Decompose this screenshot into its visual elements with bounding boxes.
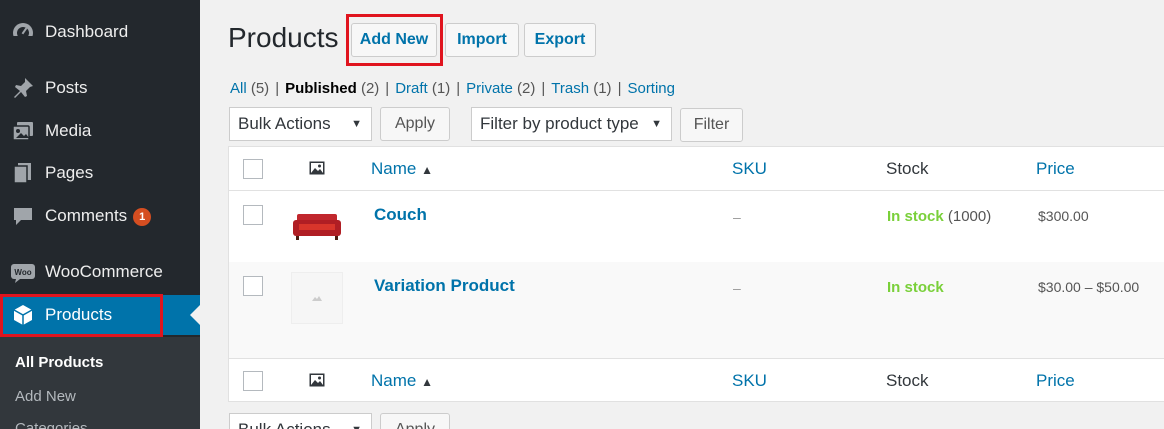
menu-label-dashboard: Dashboard [45, 22, 129, 41]
menu-label-pages: Pages [45, 163, 94, 182]
comment-icon [10, 203, 36, 229]
pages-icon [10, 160, 36, 186]
products-submenu: All Products Add New Categories [0, 337, 200, 429]
column-name-header[interactable]: Name ▲ [371, 159, 433, 179]
current-menu-arrow [190, 305, 200, 325]
separator: | [541, 80, 546, 97]
menu-label-media: Media [45, 121, 92, 140]
menu-item-products[interactable]: Products [0, 295, 200, 335]
row-checkbox[interactable] [243, 276, 263, 296]
stock-value: In stock [887, 279, 944, 296]
price-value: $30.00 – $50.00 [1038, 279, 1140, 295]
menu-item-media[interactable]: Media [0, 111, 200, 151]
menu-item-dashboard[interactable]: Dashboard [0, 12, 200, 52]
product-type-select[interactable]: Filter by product type ▼ [471, 107, 672, 141]
image-icon [309, 373, 325, 387]
menu-item-comments[interactable]: Comments 1 [0, 196, 200, 236]
menu-label-products: Products [45, 305, 113, 324]
product-thumbnail-couch[interactable] [291, 201, 343, 245]
sort-asc-icon: ▲ [421, 375, 433, 389]
page-title: Products [228, 22, 339, 53]
separator: | [385, 80, 390, 97]
sort-asc-icon: ▲ [421, 163, 433, 177]
submenu-all-products[interactable]: All Products [15, 354, 103, 371]
sku-value: – [733, 280, 741, 296]
bulk-actions-select-bottom[interactable]: Bulk Actions ▼ [229, 413, 372, 429]
stock-value: In stock (1000) [887, 208, 992, 225]
chevron-down-icon: ▼ [351, 118, 362, 130]
filter-published-link[interactable]: Published (2) [285, 80, 379, 97]
column-sku-footer[interactable]: SKU [732, 371, 767, 391]
submenu-categories[interactable]: Categories [15, 420, 88, 429]
select-all-checkbox[interactable] [243, 159, 263, 179]
menu-item-posts[interactable]: Posts [0, 68, 200, 108]
box-icon [10, 302, 36, 328]
menu-label-comments: Comments 1 [45, 206, 152, 226]
dashboard-icon [10, 19, 36, 45]
column-sku-header[interactable]: SKU [732, 159, 767, 179]
bulk-actions-value: Bulk Actions [238, 114, 331, 133]
product-name-link[interactable]: Couch [374, 205, 427, 225]
add-new-button[interactable]: Add New [351, 23, 437, 57]
submenu-add-new[interactable]: Add New [15, 388, 76, 405]
filter-private-link[interactable]: Private (2) [466, 80, 535, 97]
export-button[interactable]: Export [524, 23, 596, 57]
select-all-checkbox-footer[interactable] [243, 371, 263, 391]
comment-count-badge: 1 [133, 207, 152, 226]
row-checkbox[interactable] [243, 205, 263, 225]
bulk-actions-select[interactable]: Bulk Actions ▼ [229, 107, 372, 141]
placeholder-image-icon [312, 296, 322, 301]
import-button[interactable]: Import [445, 23, 519, 57]
woocommerce-icon: Woo [10, 259, 36, 285]
product-type-value: Filter by product type [480, 114, 639, 133]
main-content: Products Add New Import Export All (5) | P… [200, 0, 1164, 429]
menu-item-woocommerce[interactable]: Woo WooCommerce [0, 252, 200, 292]
product-name-link[interactable]: Variation Product [374, 276, 515, 296]
sorting-link[interactable]: Sorting [627, 80, 675, 97]
svg-text:Woo: Woo [14, 268, 31, 277]
table-header-row: Name ▲ SKU Stock Price [229, 147, 1164, 191]
column-name-footer[interactable]: Name ▲ [371, 371, 433, 391]
table-row: Couch – In stock (1000) $300.00 [229, 191, 1164, 262]
apply-button-bottom[interactable]: Apply [380, 413, 450, 429]
column-price-header[interactable]: Price [1036, 159, 1075, 179]
table-footer-row: Name ▲ SKU Stock Price [229, 358, 1164, 402]
menu-label-woocommerce: WooCommerce [45, 262, 163, 281]
filter-trash-link[interactable]: Trash (1) [551, 80, 611, 97]
menu-item-pages[interactable]: Pages [0, 153, 200, 193]
status-filter-links: All (5) | Published (2) | Draft (1) | Private … [230, 80, 675, 97]
menu-label-posts: Posts [45, 78, 88, 97]
apply-button[interactable]: Apply [380, 107, 450, 141]
admin-sidebar: Dashboard Posts Media Pages Comments 1 Wo… [0, 0, 200, 429]
filter-all-link[interactable]: All (5) [230, 80, 269, 97]
separator: | [275, 80, 280, 97]
media-icon [10, 118, 36, 144]
image-icon [309, 161, 325, 175]
filter-button[interactable]: Filter [680, 108, 743, 142]
column-stock-footer: Stock [886, 371, 929, 390]
price-value: $300.00 [1038, 208, 1089, 224]
bulk-actions-value-bottom: Bulk Actions [238, 420, 331, 429]
table-row: Variation Product – In stock $30.00 – $5… [229, 262, 1164, 358]
column-price-footer[interactable]: Price [1036, 371, 1075, 391]
sku-value: – [733, 209, 741, 225]
products-table: Name ▲ SKU Stock Price Couch – In stock … [228, 146, 1164, 402]
product-thumbnail-placeholder[interactable] [291, 272, 343, 324]
separator: | [617, 80, 622, 97]
chevron-down-icon: ▼ [651, 118, 662, 130]
pin-icon [10, 75, 36, 101]
column-stock-header: Stock [886, 159, 929, 178]
separator: | [456, 80, 461, 97]
filter-draft-link[interactable]: Draft (1) [395, 80, 450, 97]
chevron-down-icon: ▼ [351, 424, 362, 429]
